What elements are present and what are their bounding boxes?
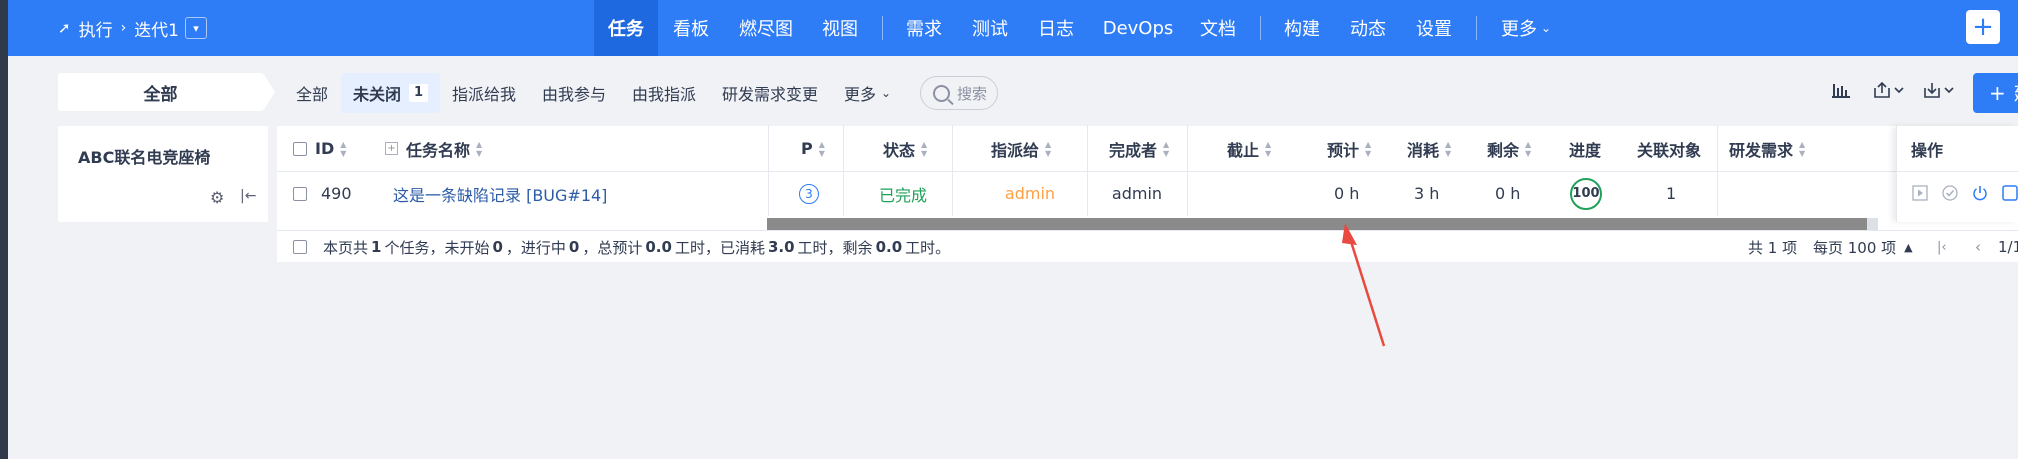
annotation-arrow [1342, 223, 1386, 347]
